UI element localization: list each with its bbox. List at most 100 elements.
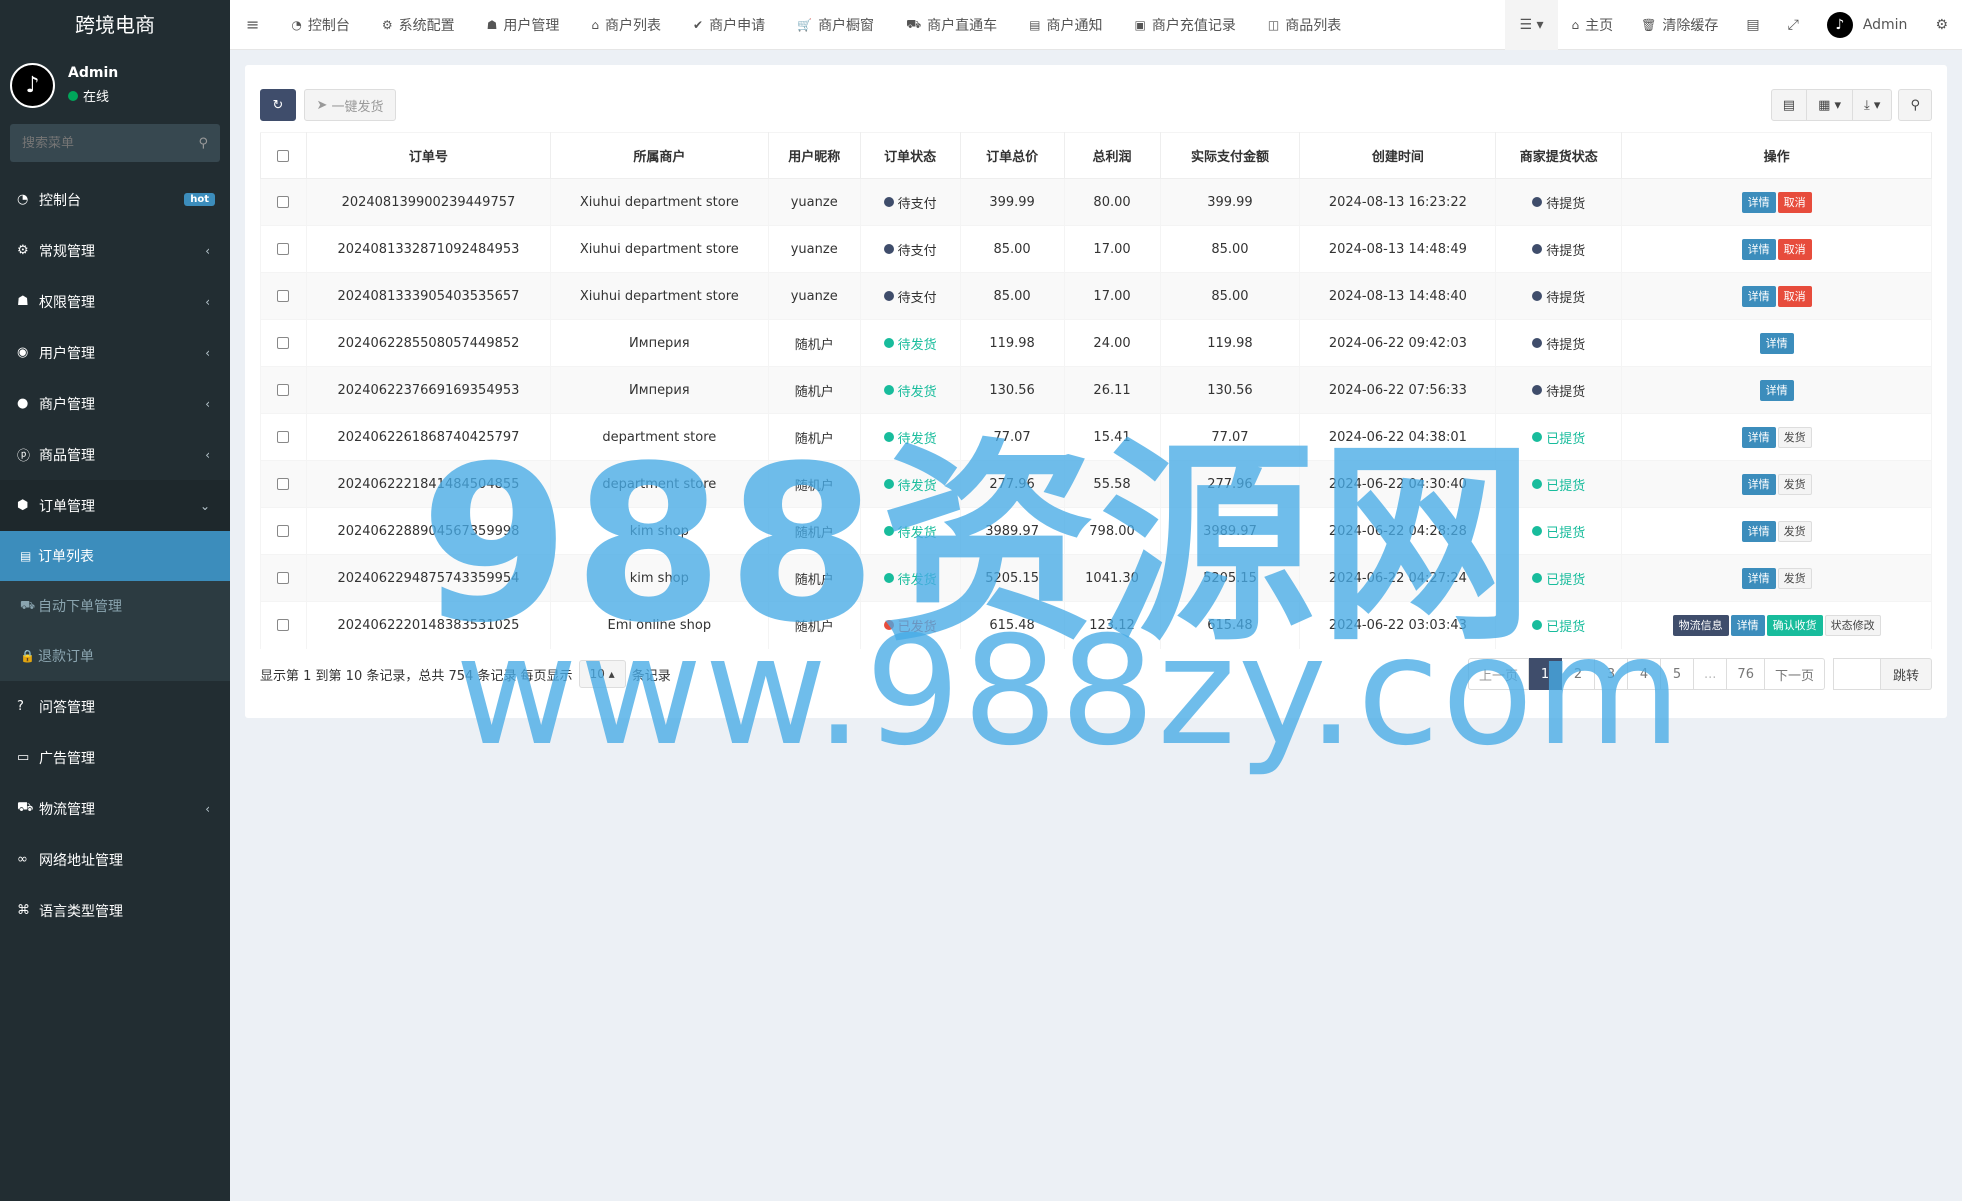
action-button[interactable]: 发货 [1777,520,1812,542]
page-button[interactable]: 5 [1661,658,1695,690]
top-tab-3[interactable]: ⌂ 商户列表 [575,0,677,50]
cell-profit: 55.58 [1063,460,1161,508]
fullscreen-icon[interactable]: ⤢ [1774,0,1813,50]
row-checkbox[interactable] [277,572,290,584]
top-tab-0[interactable]: ◔ 控制台 [275,0,365,50]
row-checkbox[interactable] [277,525,290,537]
top-tab-6[interactable]: ⛟ 商户直通车 [890,0,1013,50]
page-size-select[interactable]: 10 ▴ [578,660,626,688]
toggle-view-button[interactable]: ▤ [1770,89,1808,121]
submenu-item-1[interactable]: ⛟ 自动下单管理 [0,581,230,631]
column-header[interactable]: 总利润 [1063,132,1161,179]
sidebar-item-1[interactable]: ▭ 广告管理 [0,732,230,783]
ship-all-button[interactable]: ➤ 一键发货 [304,89,396,121]
page-button[interactable]: 4 [1628,658,1662,690]
sidebar-item-0[interactable]: ? 问答管理 [0,681,230,732]
sidebar-item-2[interactable]: ☗ 权限管理 ‹ [0,276,230,327]
action-button[interactable]: 详情 [1741,473,1776,495]
action-button[interactable]: 详情 [1741,191,1776,213]
action-button[interactable]: 取消 [1777,191,1812,213]
action-button[interactable]: 详情 [1741,426,1776,448]
menu-toggle-icon[interactable]: ≡ [230,0,275,50]
action-button[interactable]: 详情 [1730,614,1765,636]
columns-button[interactable]: ▦ ▾ [1807,89,1854,121]
action-button[interactable]: 详情 [1759,379,1794,401]
language-switch-icon[interactable]: ▤ [1732,0,1773,50]
column-header[interactable]: 订单总价 [959,132,1065,179]
action-button[interactable]: 详情 [1741,520,1776,542]
column-header[interactable]: 所属商户 [549,132,769,179]
home-link[interactable]: ⌂ 主页 [1558,0,1628,50]
column-header[interactable]: 实际支付金额 [1159,132,1301,179]
top-tab-label: 商户充值记录 [1151,17,1236,34]
row-checkbox[interactable] [277,431,290,443]
clear-cache-button[interactable]: 🗑 清除缓存 [1627,0,1732,50]
top-tab-5[interactable]: 🛒 商户橱窗 [781,0,890,50]
page-button[interactable]: 76 [1727,658,1765,690]
action-button[interactable]: 状态修改 [1824,614,1881,636]
row-checkbox[interactable] [277,290,290,302]
action-button[interactable]: 发货 [1777,567,1812,589]
settings-icon[interactable]: ⚙ [1921,0,1962,50]
sidebar-item-4[interactable]: ● 商户管理 ‹ [0,378,230,429]
next-page-button[interactable]: 下一页 [1764,658,1825,690]
action-button[interactable]: 发货 [1777,426,1812,448]
row-checkbox[interactable] [277,196,290,208]
row-checkbox[interactable] [277,619,290,632]
action-button[interactable]: 详情 [1741,567,1776,589]
refresh-button[interactable]: ↻ [260,89,296,121]
row-checkbox[interactable] [277,478,290,490]
page-button[interactable]: 2 [1562,658,1596,690]
sidebar-item-2[interactable]: ⛟ 物流管理 ‹ [0,783,230,834]
page-button[interactable]: 3 [1595,658,1629,690]
avatar[interactable]: ♪ [10,62,55,108]
column-header[interactable]: 订单号 [305,132,551,179]
action-button[interactable]: 确认收货 [1766,614,1823,636]
sidebar-item-4[interactable]: ⌘ 语言类型管理 [0,885,230,936]
sidebar-item-5[interactable]: ⓟ 商品管理 ‹ [0,429,230,480]
brand-logo[interactable]: 跨境电商 [0,0,230,50]
submenu-item-2[interactable]: 🔒 退款订单 [0,631,230,681]
column-header[interactable]: 商家提货状态 [1495,132,1623,179]
action-button[interactable]: 取消 [1777,238,1812,260]
column-header[interactable]: 创建时间 [1299,132,1497,179]
page-button[interactable]: 1 [1529,658,1563,690]
sidebar-item-0[interactable]: ◔ 控制台 hot [0,174,230,225]
top-tab-9[interactable]: ◫ 商品列表 [1252,0,1357,50]
submenu-item-0[interactable]: ▤ 订单列表 [0,531,230,581]
action-button[interactable]: 发货 [1777,473,1812,495]
row-checkbox[interactable] [277,384,290,396]
admin-menu[interactable]: ♪ Admin [1813,0,1922,50]
row-checkbox[interactable] [277,337,290,349]
search-button[interactable]: ⚲ [1898,89,1932,121]
action-button[interactable]: 详情 [1741,285,1776,307]
nav-dropdown-button[interactable]: ☰ ▾ [1505,0,1558,50]
jump-page-input[interactable] [1832,658,1881,690]
top-tab-label: 商户通知 [1046,17,1103,34]
export-button[interactable]: ⤓ ▾ [1853,89,1893,121]
action-button[interactable]: 物流信息 [1672,614,1729,636]
sidebar-item-3[interactable]: ◉ 用户管理 ‹ [0,327,230,378]
select-all-checkbox[interactable] [277,149,290,162]
sidebar-search-input[interactable] [22,135,182,151]
top-tab-8[interactable]: ▣ 商户充值记录 [1119,0,1252,50]
search-icon[interactable]: ⚲ [198,136,208,151]
row-checkbox[interactable] [277,243,290,255]
top-tab-7[interactable]: ▤ 商户通知 [1013,0,1118,50]
column-header[interactable]: 订单状态 [859,132,961,179]
top-tab-1[interactable]: ⚙ 系统配置 [366,0,471,50]
sidebar-item-3[interactable]: ∞ 网络地址管理 [0,834,230,885]
column-header[interactable]: 操作 [1621,132,1932,179]
top-tab-4[interactable]: ✔ 商户申请 [677,0,781,50]
prev-page-button[interactable]: 上一页 [1468,658,1530,690]
jump-button[interactable]: 跳转 [1880,658,1932,690]
cell-created: 2024-06-22 04:30:40 [1299,460,1497,508]
sidebar-item-6[interactable]: ⬢ 订单管理 ⌄ [0,480,230,531]
action-button[interactable]: 取消 [1777,285,1812,307]
cell-paid: 119.98 [1159,319,1301,367]
column-header[interactable]: 用户昵称 [767,132,861,179]
top-tab-2[interactable]: ☗ 用户管理 [471,0,576,50]
action-button[interactable]: 详情 [1759,332,1794,354]
sidebar-item-1[interactable]: ⚙ 常规管理 ‹ [0,225,230,276]
action-button[interactable]: 详情 [1741,238,1776,260]
